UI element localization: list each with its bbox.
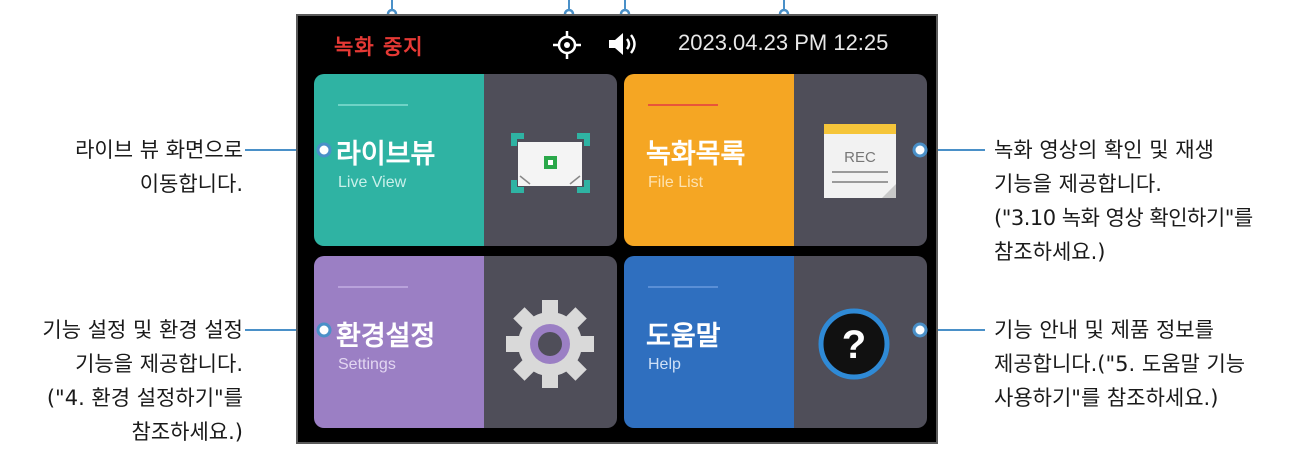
callout-line: 기능을 제공합니다. xyxy=(75,352,243,376)
callout-line: ("4. 환경 설정하기"를 xyxy=(46,386,243,410)
callout-help: 기능 안내 및 제품 정보를 제공합니다.("5. 도움말 기능 사용하기"를 … xyxy=(994,313,1245,415)
callout-line: 참조하세요.) xyxy=(994,240,1106,264)
callout-line: 기능을 제공합니다. xyxy=(994,172,1162,196)
callout-live-view: 라이브 뷰 화면으로 이동합니다. xyxy=(75,133,243,201)
callout-line: 녹화 영상의 확인 및 재생 xyxy=(994,138,1214,162)
callout-line: 기능 안내 및 제품 정보를 xyxy=(994,318,1214,342)
callout-line: 사용하기"를 참조하세요.) xyxy=(994,386,1219,410)
callout-line: 이동합니다. xyxy=(139,172,243,196)
callout-line: 기능 설정 및 환경 설정 xyxy=(42,318,243,342)
callout-line: 참조하세요.) xyxy=(131,420,243,444)
callout-line: ("3.10 녹화 영상 확인하기"를 xyxy=(994,206,1253,230)
callout-line: 라이브 뷰 화면으로 xyxy=(75,138,243,162)
callout-line: 제공합니다.("5. 도움말 기능 xyxy=(994,352,1246,376)
callout-settings: 기능 설정 및 환경 설정 기능을 제공합니다. ("4. 환경 설정하기"를 … xyxy=(42,313,243,449)
callout-file-list: 녹화 영상의 확인 및 재생 기능을 제공합니다. ("3.10 녹화 영상 확… xyxy=(994,133,1253,269)
